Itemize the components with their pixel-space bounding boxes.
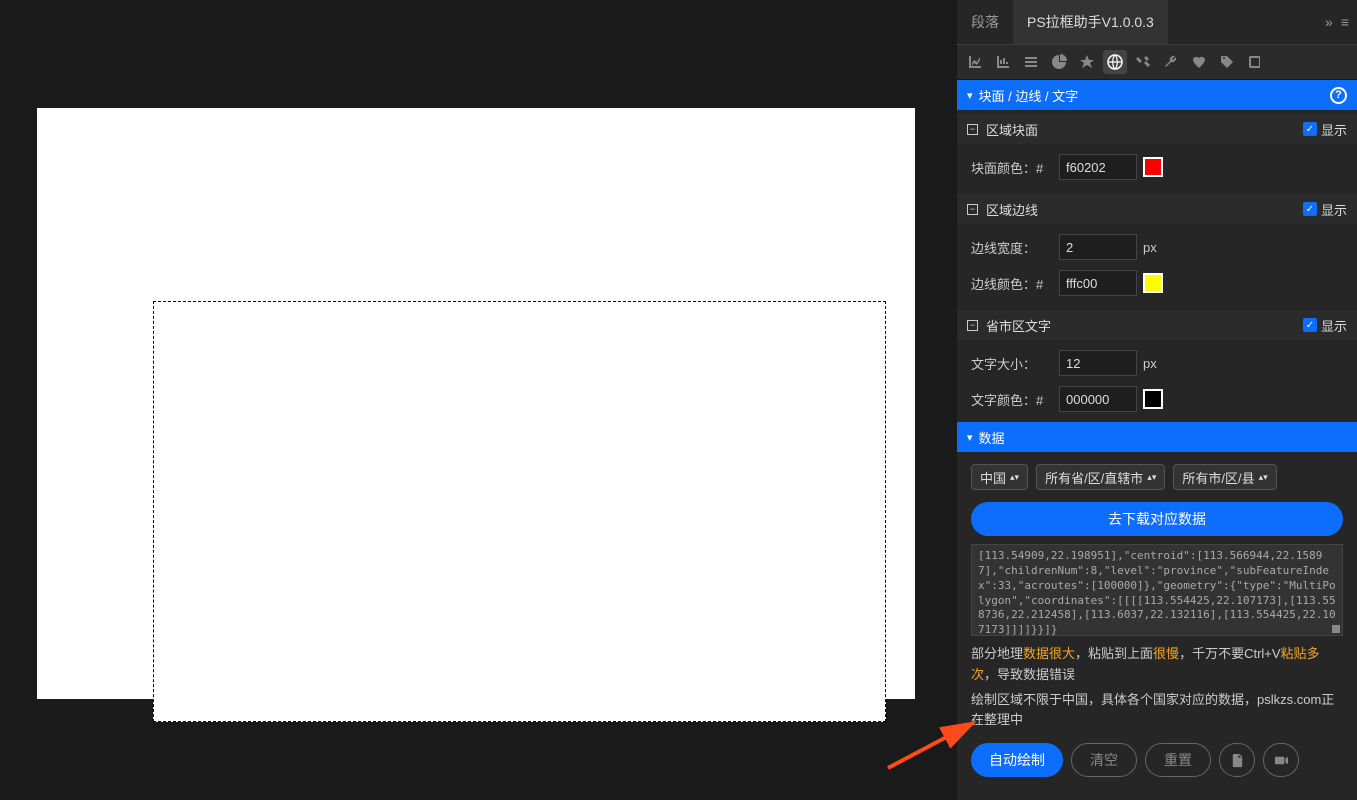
border-width-label: 边线宽度： bbox=[971, 238, 1053, 257]
warning-text: 部分地理数据很大，粘贴到上面很慢，千万不要Ctrl+V粘贴多次，导致数据错误 bbox=[971, 644, 1343, 686]
border-color-input[interactable] bbox=[1059, 270, 1137, 296]
border-width-input[interactable] bbox=[1059, 234, 1137, 260]
reset-button[interactable]: 重置 bbox=[1145, 743, 1211, 777]
file-icon-button[interactable] bbox=[1219, 743, 1255, 777]
country-select[interactable]: 中国▴▾ bbox=[971, 464, 1028, 490]
help-icon[interactable]: ? bbox=[1330, 87, 1347, 104]
section-style-header[interactable]: ▾ 块面 / 边线 / 文字 ? bbox=[957, 80, 1357, 110]
section-data-header[interactable]: ▾ 数据 bbox=[957, 422, 1357, 452]
canvas[interactable] bbox=[37, 108, 915, 699]
collapse-icon: − bbox=[967, 124, 978, 135]
text-color-swatch[interactable] bbox=[1143, 389, 1163, 409]
tab-paragraph[interactable]: 段落 bbox=[957, 0, 1013, 44]
sub-area-fill-title: 区域块面 bbox=[986, 120, 1038, 139]
text-size-input[interactable] bbox=[1059, 350, 1137, 376]
download-data-button[interactable]: 去下载对应数据 bbox=[971, 502, 1343, 536]
resize-handle-icon[interactable] bbox=[1332, 625, 1340, 633]
chevron-down-icon: ▾ bbox=[967, 431, 973, 444]
show-text-label: 显示 bbox=[1321, 316, 1347, 335]
side-panel: 段落 PS拉框助手V1.0.0.3 » ≡ ▾ 块面 / 边线 / 文字 ? −… bbox=[957, 0, 1357, 800]
auto-draw-button[interactable]: 自动绘制 bbox=[971, 743, 1063, 777]
show-border-checkbox[interactable]: ✓ bbox=[1303, 202, 1317, 216]
show-fill-checkbox[interactable]: ✓ bbox=[1303, 122, 1317, 136]
canvas-area bbox=[0, 0, 957, 800]
sub-area-fill-body: 块面颜色：# bbox=[957, 144, 1357, 190]
chevron-down-icon: ▾ bbox=[967, 89, 973, 102]
province-select[interactable]: 所有省/区/直辖市▴▾ bbox=[1036, 464, 1165, 490]
tab-plugin[interactable]: PS拉框助手V1.0.0.3 bbox=[1013, 0, 1168, 44]
px-label: px bbox=[1143, 356, 1157, 371]
text-color-label: 文字颜色：# bbox=[971, 390, 1053, 409]
sub-border-title: 区域边线 bbox=[986, 200, 1038, 219]
selection-marquee[interactable] bbox=[153, 301, 886, 722]
section-data-title: 数据 bbox=[979, 428, 1005, 447]
tag-icon[interactable] bbox=[1215, 50, 1239, 74]
show-border-label: 显示 bbox=[1321, 200, 1347, 219]
clear-button[interactable]: 清空 bbox=[1071, 743, 1137, 777]
line-chart-icon[interactable] bbox=[963, 50, 987, 74]
fill-color-label: 块面颜色：# bbox=[971, 158, 1053, 177]
city-select[interactable]: 所有市/区/县▴▾ bbox=[1173, 464, 1276, 490]
region-select-row: 中国▴▾ 所有省/区/直辖市▴▾ 所有市/区/县▴▾ bbox=[957, 464, 1357, 490]
px-label: px bbox=[1143, 240, 1157, 255]
show-fill-label: 显示 bbox=[1321, 120, 1347, 139]
collapse-icon: − bbox=[967, 320, 978, 331]
wrench-icon[interactable] bbox=[1159, 50, 1183, 74]
info-text: 绘制区域不限于中国，具体各个国家对应的数据，pslkzs.com正在整理中 bbox=[971, 690, 1343, 732]
sub-border-body: 边线宽度： px 边线颜色：# bbox=[957, 224, 1357, 306]
bar-chart-icon[interactable] bbox=[991, 50, 1015, 74]
fill-color-input[interactable] bbox=[1059, 154, 1137, 180]
star-icon[interactable] bbox=[1075, 50, 1099, 74]
text-size-label: 文字大小： bbox=[971, 354, 1053, 373]
book-icon[interactable] bbox=[1243, 50, 1267, 74]
video-icon-button[interactable] bbox=[1263, 743, 1299, 777]
fill-color-swatch[interactable] bbox=[1143, 157, 1163, 177]
menu-icon[interactable]: ≡ bbox=[1341, 14, 1349, 30]
pie-chart-icon[interactable] bbox=[1047, 50, 1071, 74]
text-color-input[interactable] bbox=[1059, 386, 1137, 412]
action-button-row: 自动绘制 清空 重置 bbox=[957, 731, 1357, 789]
sub-text-title: 省市区文字 bbox=[986, 316, 1051, 335]
geo-data-textarea[interactable]: [113.54909,22.198951],"centroid":[113.56… bbox=[971, 544, 1343, 636]
heart-icon[interactable] bbox=[1187, 50, 1211, 74]
collapse-icon: − bbox=[967, 204, 978, 215]
tool-icon-row bbox=[957, 44, 1357, 80]
overflow-icon[interactable]: » bbox=[1325, 14, 1333, 30]
globe-icon[interactable] bbox=[1103, 50, 1127, 74]
show-text-checkbox[interactable]: ✓ bbox=[1303, 318, 1317, 332]
sub-text-header[interactable]: − 省市区文字 ✓ 显示 bbox=[957, 310, 1357, 340]
border-color-label: 边线颜色：# bbox=[971, 274, 1053, 293]
border-color-swatch[interactable] bbox=[1143, 273, 1163, 293]
section-style-title: 块面 / 边线 / 文字 bbox=[979, 86, 1079, 105]
tab-bar: 段落 PS拉框助手V1.0.0.3 » ≡ bbox=[957, 0, 1357, 44]
tools-icon[interactable] bbox=[1131, 50, 1155, 74]
list-icon[interactable] bbox=[1019, 50, 1043, 74]
sub-text-body: 文字大小： px 文字颜色：# bbox=[957, 340, 1357, 422]
sub-border-header[interactable]: − 区域边线 ✓ 显示 bbox=[957, 194, 1357, 224]
sub-area-fill-header[interactable]: − 区域块面 ✓ 显示 bbox=[957, 114, 1357, 144]
